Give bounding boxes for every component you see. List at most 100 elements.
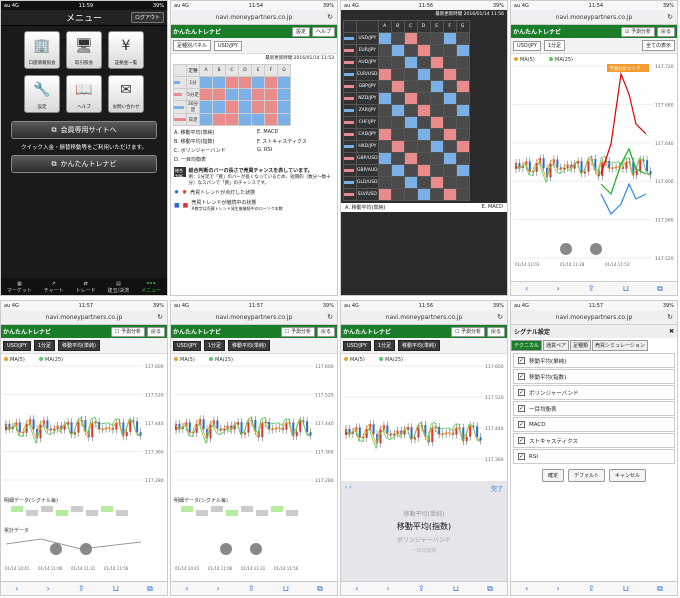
signal-cell[interactable] (429, 68, 444, 81)
help-tile[interactable]: 📖 ヘルプ (66, 75, 102, 113)
pair-label[interactable]: CAD/JPY (356, 128, 379, 141)
tabs-icon[interactable]: ⧉ (657, 284, 663, 294)
back-icon[interactable]: ‹ (525, 584, 528, 593)
indicator-select[interactable]: 移動平均(単純) (228, 340, 270, 351)
zoom-out-icon[interactable] (220, 543, 232, 555)
display-all-select[interactable]: 全ての表示 (641, 40, 675, 51)
signal-cell[interactable] (377, 140, 392, 153)
tab-positions[interactable]: ▤ 建玉/決済 (107, 281, 129, 294)
pair-label[interactable]: NZD/JPY (356, 92, 379, 105)
signal-cell[interactable] (429, 176, 444, 189)
pair-label[interactable]: EUR/JPY (356, 44, 379, 57)
signal-cell[interactable] (403, 56, 418, 69)
signal-cell[interactable] (377, 32, 392, 45)
signal-cell[interactable] (403, 116, 418, 129)
timeframe-select[interactable]: 1分足 (543, 40, 565, 51)
signal-cell[interactable] (442, 116, 457, 129)
check-icon[interactable]: ✓ (518, 405, 525, 412)
signal-cell[interactable] (429, 140, 444, 153)
signal-cell[interactable] (455, 176, 470, 189)
timeframe-select[interactable]: 1分足 (33, 340, 55, 351)
indicator-checkbox[interactable]: ✓ ストキャスティクス (513, 433, 675, 448)
reload-icon[interactable]: ↻ (327, 13, 333, 21)
tab-pair[interactable]: 通貨ペア (543, 340, 570, 351)
signal-cell[interactable] (390, 116, 405, 129)
signal-cell[interactable] (442, 80, 457, 93)
pair-label[interactable]: GBP/JPY (356, 80, 379, 93)
pair-label[interactable]: CHF/JPY (356, 116, 379, 129)
signal-cell[interactable] (212, 88, 226, 101)
address-bar[interactable]: navi.moneypartners.co.jp ↻ (511, 310, 677, 325)
signal-cell[interactable] (429, 56, 444, 69)
margin-list-tile[interactable]: ¥ 証拠金一覧 (108, 31, 144, 69)
signal-cell[interactable] (251, 88, 265, 101)
bookmarks-icon[interactable]: ⊔ (623, 584, 629, 593)
signal-cell[interactable] (390, 152, 405, 165)
picker-prev[interactable]: ‹ › (345, 484, 352, 491)
signal-cell[interactable] (455, 128, 470, 141)
account-info-tile[interactable]: 🏢 口座情報照会 (24, 31, 60, 69)
signal-cell[interactable] (403, 188, 418, 201)
signal-cell[interactable] (212, 113, 226, 126)
signal-cell[interactable] (225, 113, 239, 126)
signal-cell[interactable] (277, 76, 291, 89)
signal-cell[interactable] (416, 44, 431, 57)
tab-simulation[interactable]: 売買シミュレーション (592, 340, 648, 351)
timeframe-select[interactable]: 1分足 (373, 340, 395, 351)
pair-select[interactable]: USD/JPY (513, 40, 541, 51)
signal-cell[interactable] (377, 188, 392, 201)
signal-cell[interactable] (390, 56, 405, 69)
back-button[interactable]: 戻る (486, 327, 505, 337)
pair-label[interactable]: SLV/USD (356, 188, 379, 201)
pair-label[interactable]: USD/JPY (356, 32, 379, 45)
predict-toggle[interactable]: ☐ 予測分析 (280, 327, 316, 337)
signal-cell[interactable] (390, 32, 405, 45)
tab-chart[interactable]: ↗ チャート (44, 281, 64, 294)
pair-select[interactable]: USD/JPY (3, 340, 31, 351)
reload-icon[interactable]: ↻ (667, 13, 673, 21)
default-button[interactable]: デフォルト (567, 469, 605, 482)
signal-cell[interactable] (238, 76, 252, 89)
signal-cell[interactable] (416, 116, 431, 129)
signal-cell[interactable] (455, 32, 470, 45)
reload-icon[interactable]: ↻ (327, 313, 333, 321)
signal-cell[interactable] (455, 68, 470, 81)
confirm-button[interactable]: 確定 (541, 469, 564, 482)
signal-cell[interactable] (403, 128, 418, 141)
signal-cell[interactable] (416, 80, 431, 93)
indicator-picker[interactable]: ‹ › 完了 移動平均(単純) 移動平均(指数) ボリンジャーバンド 一目均衡表 (341, 481, 507, 581)
signal-cell[interactable] (377, 116, 392, 129)
signal-cell[interactable] (416, 56, 431, 69)
back-icon[interactable]: ‹ (15, 584, 18, 593)
signal-cell[interactable] (377, 56, 392, 69)
tabs-icon[interactable]: ⧉ (487, 584, 493, 594)
share-icon[interactable]: ⇪ (248, 584, 255, 593)
signal-cell[interactable] (442, 44, 457, 57)
signal-cell[interactable] (390, 44, 405, 57)
settings-tile[interactable]: 🔧 設定 (24, 75, 60, 113)
signal-cell[interactable] (377, 104, 392, 117)
signal-cell[interactable] (377, 68, 392, 81)
signal-cell[interactable] (199, 113, 213, 126)
signal-cell[interactable] (403, 176, 418, 189)
zoom-in-icon[interactable] (590, 243, 602, 255)
help-button[interactable]: ヘルプ (311, 27, 335, 37)
signal-cell[interactable] (390, 92, 405, 105)
pair-label[interactable]: GBP/USD (356, 152, 379, 165)
member-site-button[interactable]: ⧉ 会員専用サイトへ (11, 121, 157, 139)
signal-cell[interactable] (429, 104, 444, 117)
bookmarks-icon[interactable]: ⊔ (283, 584, 289, 593)
pair-label[interactable]: GLD/USD (356, 176, 379, 189)
signal-cell[interactable] (225, 100, 239, 114)
signal-cell[interactable] (264, 88, 278, 101)
forward-icon[interactable]: › (556, 284, 559, 293)
signal-cell[interactable] (455, 140, 470, 153)
signal-cell[interactable] (403, 44, 418, 57)
pair-select[interactable]: USD/JPY (343, 340, 371, 351)
pair-label[interactable]: HKD/JPY (356, 140, 379, 153)
signal-cell[interactable] (429, 188, 444, 201)
address-bar[interactable]: navi.moneypartners.co.jp ↻ (171, 310, 337, 325)
trenavi-button[interactable]: ⧉ かんたんトレナビ (11, 155, 157, 173)
signal-cell[interactable] (390, 68, 405, 81)
pair-label[interactable]: AUD/JPY (356, 56, 379, 69)
